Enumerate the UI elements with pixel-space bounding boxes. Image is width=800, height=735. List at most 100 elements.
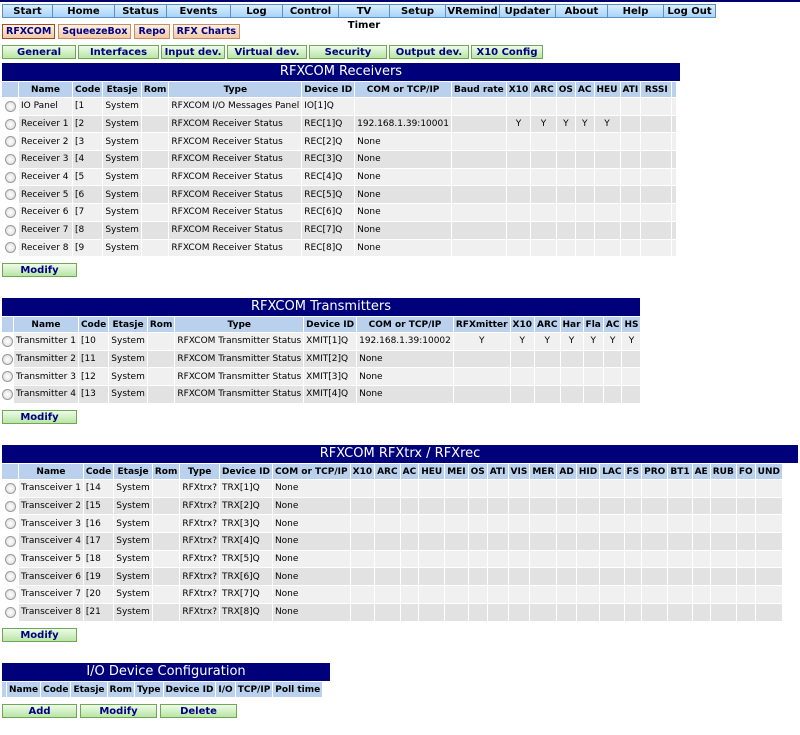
table-row[interactable]: Transmitter 1 [10 System RFXCOM Transmitter… xyxy=(2,333,641,350)
tab-input-dev[interactable]: Input dev. xyxy=(161,45,225,59)
nav-tv-timer-button[interactable]: TV Timer xyxy=(338,4,390,31)
row-select-radio[interactable] xyxy=(4,224,16,236)
table-row[interactable]: Transmitter 3 [12 System RFXCOM Transmitter… xyxy=(2,368,641,386)
row-select-radio[interactable] xyxy=(4,535,16,547)
io-delete-button[interactable]: Delete xyxy=(160,704,237,718)
transmitters-modify-button[interactable]: Modify xyxy=(2,410,77,424)
nav-start-button[interactable]: Start xyxy=(2,4,53,18)
table-row[interactable]: Receiver 2 [3 System RFXCOM Receiver Status… xyxy=(2,133,677,151)
row-select-radio[interactable] xyxy=(4,518,16,530)
row-select-radio[interactable] xyxy=(4,206,16,218)
table-row[interactable]: Transceiver 3 [16 System RFXtrx? TRX[3]Q None xyxy=(2,515,782,533)
table-row[interactable]: Receiver 5 [6 System RFXCOM Receiver Status… xyxy=(2,186,677,204)
transceivers-cell: None xyxy=(272,497,350,515)
table-row[interactable]: Transceiver 5 [18 System RFXtrx? TRX[5]Q None xyxy=(2,550,782,568)
transceivers-cell xyxy=(710,568,736,586)
receivers-cell: Receiver 7 xyxy=(19,221,72,239)
nav-updater-button[interactable]: Updater xyxy=(499,4,556,18)
transceivers-cell xyxy=(755,603,782,621)
transceivers-cell xyxy=(692,550,710,568)
table-row[interactable]: Receiver 7 [8 System RFXCOM Receiver Status… xyxy=(2,221,677,239)
transceivers-cell xyxy=(530,515,557,533)
subnav-repo-link[interactable]: Repo xyxy=(134,24,170,39)
tab-security[interactable]: Security xyxy=(309,45,387,59)
receivers-cell: System xyxy=(103,115,141,133)
row-select-radio[interactable] xyxy=(4,118,16,130)
row-select-radio[interactable] xyxy=(4,171,16,183)
tab-general[interactable]: General xyxy=(2,45,76,59)
transceivers-cell xyxy=(487,480,508,497)
receivers-header-com-or-tcp-ip: COM or TCP/IP xyxy=(355,82,451,97)
table-row[interactable]: Transmitter 4 [13 System RFXCOM Transmitter… xyxy=(2,386,641,403)
row-select-radio[interactable] xyxy=(4,571,16,583)
receivers-cell xyxy=(506,168,531,186)
tab-virtual-dev[interactable]: Virtual dev. xyxy=(227,45,307,59)
nav-help-button[interactable]: Help xyxy=(607,4,664,18)
table-row[interactable]: Transceiver 6 [19 System RFXtrx? TRX[6]Q None xyxy=(2,568,782,586)
row-select-radio[interactable] xyxy=(4,153,16,165)
row-select-radio[interactable] xyxy=(2,335,13,347)
io-modify-button[interactable]: Modify xyxy=(80,704,157,718)
row-select-radio[interactable] xyxy=(2,371,13,383)
table-row[interactable]: Transceiver 4 [17 System RFXtrx? TRX[4]Q None xyxy=(2,533,782,550)
transceivers-cell xyxy=(600,603,624,621)
table-row[interactable]: Receiver 3 [4 System RFXCOM Receiver Status… xyxy=(2,151,677,168)
transceivers-cell: TRX[6]Q xyxy=(220,568,272,586)
row-select-radio[interactable] xyxy=(4,189,16,201)
receivers-cell: RFXCOM I/O Messages Panel xyxy=(169,98,302,115)
tab-x10-config[interactable]: X10 Config xyxy=(471,45,543,59)
table-row[interactable]: Transmitter 2 [11 System RFXCOM Transmitter… xyxy=(2,350,641,368)
nav-home-button[interactable]: Home xyxy=(52,4,115,18)
nav-setup-button[interactable]: Setup xyxy=(389,4,446,18)
transmitters-cell: Y xyxy=(510,333,534,350)
top-border xyxy=(0,0,800,2)
row-select-radio[interactable] xyxy=(2,353,13,365)
row-select-radio[interactable] xyxy=(4,136,16,148)
transceivers-modify-button[interactable]: Modify xyxy=(2,628,77,642)
nav-about-button[interactable]: About xyxy=(555,4,608,18)
nav-control-button[interactable]: Control xyxy=(282,4,339,18)
row-select-radio[interactable] xyxy=(2,388,13,400)
receivers-cell xyxy=(641,98,672,115)
receivers-modify-button[interactable]: Modify xyxy=(2,263,77,277)
transmitters-header-type: Type xyxy=(175,317,304,332)
transmitters-cell xyxy=(583,386,603,403)
nav-status-button[interactable]: Status xyxy=(114,4,167,18)
receivers-cell: RFXCOM Receiver Status xyxy=(169,133,302,151)
subnav-squeezebox-link[interactable]: SqueezeBox xyxy=(58,24,132,39)
tab-interfaces[interactable]: Interfaces xyxy=(78,45,159,59)
transceivers-cell xyxy=(487,568,508,586)
table-row[interactable]: Receiver 1 [2 System RFXCOM Receiver Status… xyxy=(2,115,677,133)
io-add-button[interactable]: Add xyxy=(2,704,77,718)
transceivers-cell: Transceiver 5 xyxy=(19,550,83,568)
row-select-radio[interactable] xyxy=(4,482,16,494)
nav-vremind-button[interactable]: VRemind xyxy=(445,4,500,18)
table-row[interactable]: Transceiver 1 [14 System RFXtrx? TRX[1]Q None xyxy=(2,480,782,497)
receivers-cell: None xyxy=(355,151,451,168)
table-row[interactable]: Transceiver 7 [20 System RFXtrx? TRX[7]Q None xyxy=(2,586,782,603)
subnav-rfx-charts-link[interactable]: RFX Charts xyxy=(172,24,241,39)
table-row[interactable]: Receiver 8 [9 System RFXCOM Receiver Status… xyxy=(2,239,677,257)
tab-output-dev[interactable]: Output dev. xyxy=(389,45,469,59)
nav-log-button[interactable]: Log xyxy=(230,4,283,18)
nav-events-button[interactable]: Events xyxy=(166,4,231,18)
nav-log-out-button[interactable]: Log Out xyxy=(663,4,716,18)
row-select-radio[interactable] xyxy=(4,606,16,618)
row-select-cell xyxy=(2,350,13,368)
row-select-radio[interactable] xyxy=(4,588,16,600)
row-select-radio[interactable] xyxy=(4,100,16,112)
subnav-rfxcom-link[interactable]: RFXCOM xyxy=(2,24,56,39)
transceivers-cell xyxy=(624,550,642,568)
transmitters-panel: RFXCOM Transmitters Name Code Etasje Rom Typ… xyxy=(2,298,641,404)
row-select-radio[interactable] xyxy=(4,553,16,565)
row-select-radio[interactable] xyxy=(4,242,16,254)
table-row[interactable]: Transceiver 2 [15 System RFXtrx? TRX[2]Q None xyxy=(2,497,782,515)
table-row[interactable]: Receiver 6 [7 System RFXCOM Receiver Status… xyxy=(2,204,677,221)
transmitters-cell: None xyxy=(357,350,453,368)
row-select-radio[interactable] xyxy=(4,500,16,512)
table-row[interactable]: Transceiver 8 [21 System RFXtrx? TRX[8]Q None xyxy=(2,603,782,621)
receivers-cell xyxy=(506,204,531,221)
table-row[interactable]: IO Panel [1 System RFXCOM I/O Messages Pane… xyxy=(2,98,677,115)
table-row[interactable]: Receiver 4 [5 System RFXCOM Receiver Status… xyxy=(2,168,677,186)
transmitters-cell: XMIT[3]Q xyxy=(304,368,357,386)
